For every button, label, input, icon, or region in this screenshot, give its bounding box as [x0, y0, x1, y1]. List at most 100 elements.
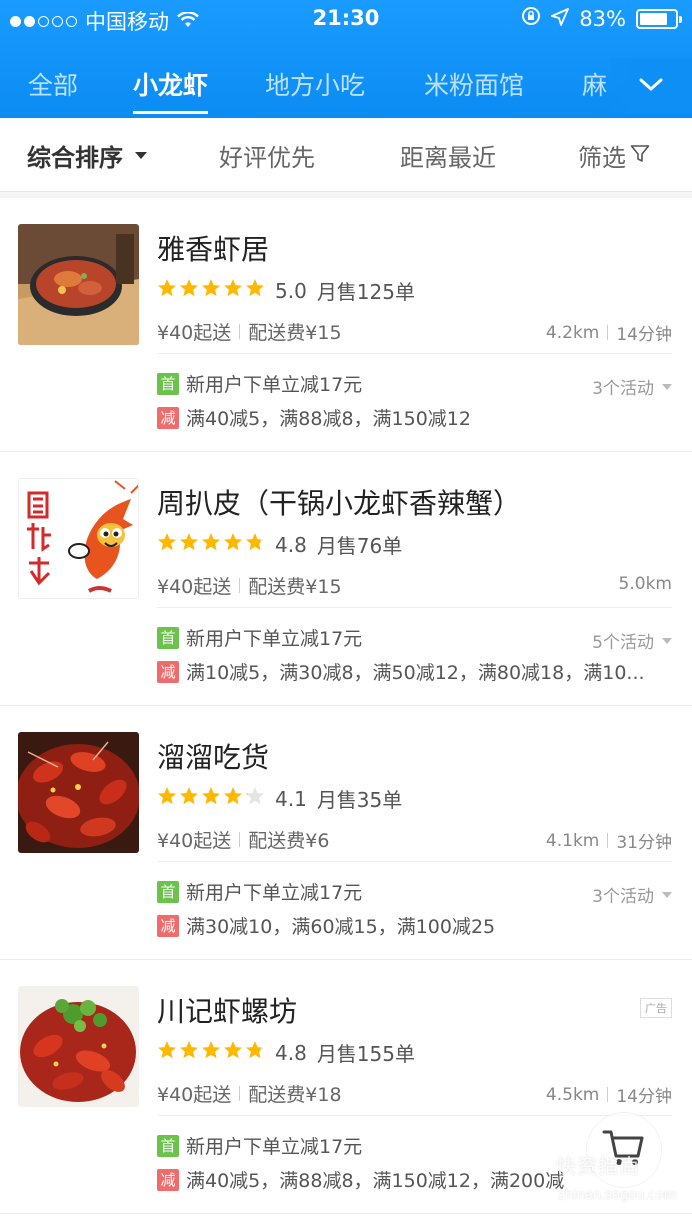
min-order: ¥40起送 — [157, 830, 232, 852]
star-icon — [223, 786, 243, 811]
funnel-icon — [630, 142, 650, 170]
min-order: ¥40起送 — [157, 1084, 232, 1106]
shop-logo — [18, 478, 139, 599]
star-icon — [157, 786, 177, 811]
star-icon — [223, 1040, 243, 1065]
tab-all[interactable]: 全部 — [28, 66, 78, 102]
divider — [157, 607, 672, 608]
category-tabs: 全部 小龙虾 地方小吃 米粉面馆 麻 — [0, 58, 692, 114]
caret-down-icon — [662, 383, 672, 390]
monthly-sales: 月售125单 — [316, 280, 415, 304]
filter-button[interactable]: 筛选 — [578, 138, 650, 173]
star-rating — [157, 1040, 265, 1065]
delivery-time: 14分钟 — [616, 325, 672, 345]
discount-badge: 减 — [157, 1168, 179, 1191]
shop-photo — [18, 224, 139, 345]
star-rating — [157, 532, 265, 557]
activities-toggle[interactable]: 3个活动 — [592, 374, 672, 399]
promo-text: 满40减5，满88减8，满150减12 — [186, 408, 471, 430]
activities-count: 3个活动 — [592, 379, 654, 399]
divider — [239, 578, 241, 593]
discount-badge: 减 — [157, 660, 179, 683]
distance: 4.1km — [545, 830, 600, 851]
star-icon — [157, 1040, 177, 1065]
promo-text: 满30减10，满60减15，满100减25 — [186, 916, 496, 938]
fee-row: ¥40起送 配送费¥18 — [157, 1080, 342, 1107]
activities-toggle[interactable]: 5个活动 — [592, 628, 672, 653]
delivery-fee: 配送费¥15 — [248, 322, 342, 344]
divider — [239, 1086, 241, 1101]
tab-crayfish[interactable]: 小龙虾 — [133, 66, 209, 114]
divider — [607, 833, 609, 848]
discount-promo: 减 满30减10，满60减15，满100减25 — [157, 912, 495, 939]
star-icon — [179, 1040, 199, 1065]
distance: 5.0km — [618, 574, 672, 594]
star-rating — [157, 786, 265, 811]
star-rating — [157, 278, 265, 303]
shop-name: 川记虾螺坊 — [157, 995, 298, 1028]
shop-photo — [18, 986, 139, 1107]
tab-local-snacks[interactable]: 地方小吃 — [265, 66, 365, 102]
discount-promo: 减 满10减5，满30减8，满50减12，满80减18，满10... — [157, 658, 645, 685]
first-order-badge: 首 — [157, 880, 179, 903]
sort-dropdown[interactable]: 综合排序 — [27, 138, 147, 173]
filter-label: 筛选 — [578, 144, 626, 172]
filter-bar: 综合排序 好评优先 距离最近 筛选 — [0, 118, 692, 192]
nearest-filter[interactable]: 距离最近 — [400, 138, 496, 173]
discount-promo: 减 满40减5，满88减8，满150减12 — [157, 404, 471, 431]
star-icon — [201, 1040, 221, 1065]
rating-value: 4.1 — [275, 786, 307, 811]
star-icon — [245, 786, 265, 811]
shop-photo — [18, 732, 139, 853]
shop-item[interactable]: 溜溜吃货 4.1 月售35单 ¥40起送 配送费¥6 4.1km 31分钟 首 … — [0, 706, 692, 960]
rating-row: 5.0 月售125单 — [157, 276, 415, 305]
divider — [607, 1087, 609, 1102]
caret-down-icon — [662, 637, 672, 644]
divider — [239, 324, 241, 339]
new-user-promo: 首 新用户下单立减17元 — [157, 1132, 362, 1159]
watermark-url: zhinan.sogou.com — [558, 1188, 677, 1203]
discount-badge: 减 — [157, 406, 179, 429]
battery-percent: 83% — [579, 6, 626, 31]
tab-spicy[interactable]: 麻 — [582, 66, 607, 102]
distance: 4.2km — [545, 322, 600, 343]
tab-crayfish-label: 小龙虾 — [133, 71, 209, 100]
divider — [157, 353, 672, 354]
discount-promo: 减 满40减5，满88减8，满150减12，满200减 — [157, 1166, 564, 1193]
delivery-fee: 配送费¥6 — [248, 830, 330, 852]
star-icon — [157, 278, 177, 303]
caret-down-icon — [662, 891, 672, 898]
shop-name: 溜溜吃货 — [157, 741, 270, 774]
delivery-time: 31分钟 — [616, 833, 672, 853]
caret-down-icon — [135, 152, 147, 159]
min-order: ¥40起送 — [157, 576, 232, 598]
promo-text: 满10减5，满30减8，满50减12，满80减18，满10... — [186, 662, 645, 684]
shop-item[interactable]: 周扒皮（干锅小龙虾香辣蟹） 4.8 月售76单 ¥40起送 配送费¥15 5.0… — [0, 452, 692, 706]
rating-row: 4.8 月售155单 — [157, 1038, 415, 1067]
rating-value: 4.8 — [275, 1040, 307, 1065]
delivery-fee: 配送费¥15 — [248, 576, 342, 598]
tab-noodles[interactable]: 米粉面馆 — [424, 66, 524, 102]
app-header: 中国移动 21:30 83% 全部 小龙虾 地方小吃 米粉面馆 麻 — [0, 0, 692, 118]
good-reviews-filter[interactable]: 好评优先 — [219, 138, 315, 173]
expand-categories-button[interactable] — [610, 58, 692, 114]
star-icon — [201, 278, 221, 303]
divider — [157, 861, 672, 862]
shop-item[interactable]: 雅香虾居 5.0 月售125单 ¥40起送 配送费¥15 4.2km 14分钟 … — [0, 198, 692, 452]
star-icon — [201, 532, 221, 557]
ad-label: 广告 — [640, 998, 672, 1018]
divider — [157, 1115, 672, 1116]
distance: 4.5km — [545, 1084, 600, 1105]
new-user-promo: 首 新用户下单立减17元 — [157, 370, 362, 397]
distance-row: 5.0km — [619, 574, 672, 594]
star-icon — [201, 786, 221, 811]
first-order-badge: 首 — [157, 372, 179, 395]
activities-toggle[interactable]: 3个活动 — [592, 882, 672, 907]
star-icon — [179, 786, 199, 811]
promo-text: 新用户下单立减17元 — [186, 628, 363, 650]
new-user-promo: 首 新用户下单立减17元 — [157, 878, 362, 905]
star-icon — [245, 1040, 265, 1065]
monthly-sales: 月售76单 — [316, 534, 403, 558]
star-icon — [157, 532, 177, 557]
status-bar: 中国移动 21:30 83% — [0, 0, 692, 40]
